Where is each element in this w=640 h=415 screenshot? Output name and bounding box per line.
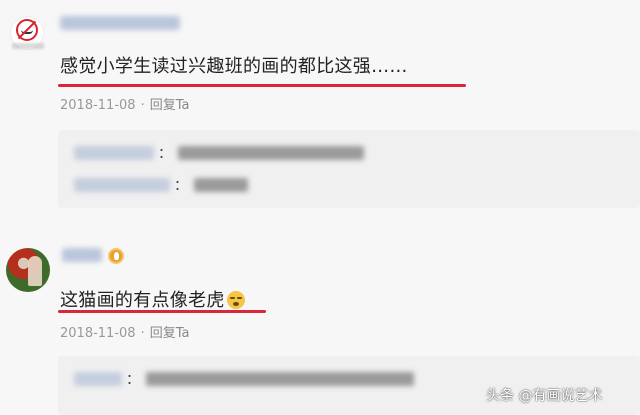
- meta-separator: ·: [140, 326, 145, 341]
- username-blurred[interactable]: [60, 16, 180, 30]
- meta-separator: ·: [140, 98, 145, 113]
- comment-meta: 2018-11-08 · 回复Ta: [60, 322, 189, 341]
- comment-meta: 2018-11-08 · 回复Ta: [60, 94, 189, 113]
- reply-text-blurred: [178, 146, 364, 160]
- reply-username-blurred[interactable]: [74, 372, 122, 386]
- reply-colon: ：: [126, 372, 140, 388]
- reply-item: ：: [74, 146, 394, 162]
- reply-username-blurred[interactable]: [74, 178, 170, 192]
- reply-item: ：: [74, 372, 454, 388]
- username-blurred[interactable]: [62, 248, 102, 262]
- red-underline: [58, 84, 466, 87]
- user-avatar[interactable]: [6, 248, 50, 292]
- reply-item: ：: [74, 178, 314, 194]
- reply-thread: ： ：: [58, 130, 640, 208]
- reply-button[interactable]: 回复Ta: [150, 326, 190, 341]
- comment-text-body: 这猫画的有点像老虎: [60, 290, 225, 311]
- red-underline: [58, 310, 266, 313]
- reply-username-blurred[interactable]: [74, 146, 154, 160]
- user-avatar[interactable]: [10, 16, 44, 50]
- reply-button[interactable]: 回复Ta: [150, 98, 190, 113]
- flame-badge-icon: [108, 248, 124, 264]
- reply-text-blurred: [146, 372, 414, 386]
- hushed-face-emoji-icon: [226, 291, 245, 309]
- comment-date: 2018-11-08: [60, 98, 136, 113]
- comment-text: 感觉小学生读过兴趣班的画的都比这强……: [60, 56, 408, 77]
- reply-colon: ：: [158, 146, 172, 162]
- reply-text-blurred: [194, 178, 248, 192]
- reply-colon: ：: [174, 178, 188, 194]
- comment-text: 这猫画的有点像老虎: [60, 286, 245, 312]
- comment-date: 2018-11-08: [60, 326, 136, 341]
- watermark-text: 头条 @有画说艺术: [486, 388, 603, 404]
